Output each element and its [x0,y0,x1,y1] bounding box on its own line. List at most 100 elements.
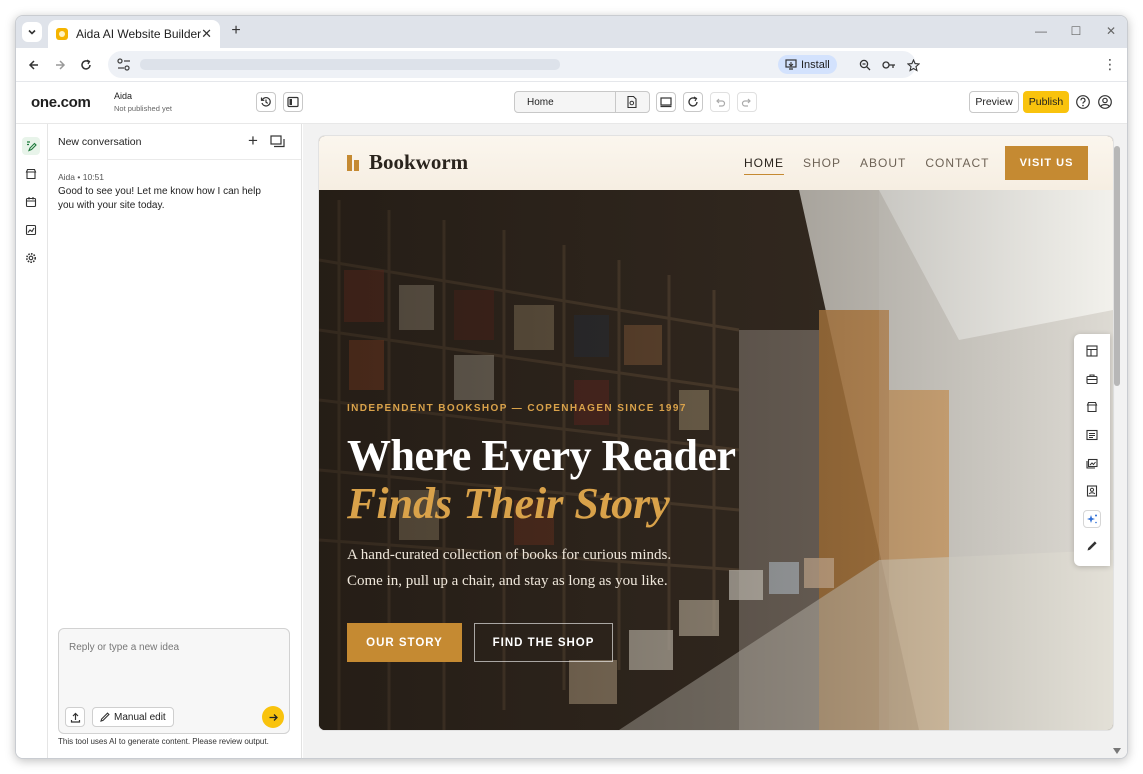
zoom-icon[interactable] [856,56,874,74]
ai-edit-icon [27,141,37,152]
site-brand[interactable]: Bookworm [347,150,468,175]
chat-composer[interactable]: Reply or type a new idea Manual edit [58,628,290,734]
browser-toolbar: Install ⋮ [16,48,1127,82]
tab-title: Aida AI Website Builder [76,27,202,41]
desktop-view-button[interactable] [656,92,676,112]
scrollbar-thumb[interactable] [1114,146,1120,386]
hero-section: INDEPENDENT BOOKSHOP — COPENHAGEN SINCE … [319,190,1113,730]
close-tab-icon[interactable]: ✕ [201,26,212,42]
arrow-left-icon [28,60,38,70]
undo-button[interactable] [710,92,730,112]
tab-search-button[interactable] [22,22,42,42]
business-tool[interactable] [1083,370,1101,388]
toggle-panel-button[interactable] [283,92,303,112]
store-icon [1086,401,1098,413]
one-com-logo[interactable]: one.com [31,94,91,111]
website-preview[interactable]: Bookworm HOME SHOP ABOUT CONTACT VISIT U… [319,136,1113,730]
new-tab-button[interactable]: + [226,22,246,40]
page-selector-label: Home [527,97,554,108]
hero-subtitle-line-2: Come in, pull up a chair, and stay as lo… [347,573,668,589]
install-icon [785,59,797,70]
reload-button[interactable] [76,55,96,75]
store-tool[interactable] [1083,398,1101,416]
pencil-icon [100,712,110,722]
new-conversation-button[interactable]: + [248,131,258,151]
ai-disclaimer: This tool uses AI to generate content. P… [58,737,269,746]
project-status: Not published yet [114,104,172,113]
address-bar[interactable]: Install [108,51,920,78]
layout-tool[interactable] [1083,342,1101,360]
nav-about[interactable]: ABOUT [860,156,906,175]
scroll-down-arrow-icon[interactable] [1113,748,1121,754]
rail-settings[interactable] [22,249,40,267]
favicon-icon [56,28,68,40]
site-settings-icon[interactable] [116,57,132,72]
install-app-button[interactable]: Install [778,55,837,74]
profile-card-icon [1086,485,1098,497]
profile-tool[interactable] [1083,482,1101,500]
store-icon [25,168,37,180]
back-button[interactable] [24,55,44,75]
ai-assist-tool[interactable] [1083,510,1101,528]
send-button[interactable] [262,706,284,728]
text-block-icon [1086,429,1098,441]
desktop-icon [660,97,672,108]
sparkle-icon [1087,514,1097,524]
page-selector[interactable]: Home [514,91,650,113]
close-window-button[interactable]: ✕ [1103,24,1119,38]
our-story-button[interactable]: OUR STORY [347,623,462,662]
text-block-tool[interactable] [1083,426,1101,444]
rail-analytics[interactable] [22,221,40,239]
manual-edit-label: Manual edit [114,711,166,723]
minimize-button[interactable]: — [1033,24,1049,38]
edit-tool[interactable] [1083,537,1101,555]
chat-title: New conversation [58,136,142,148]
forward-button[interactable] [50,55,70,75]
find-the-shop-button[interactable]: FIND THE SHOP [474,623,613,662]
page-selector-divider [615,92,616,112]
nav-shop[interactable]: SHOP [803,156,841,175]
assistant-message: Good to see you! Let me know how I can h… [58,186,261,211]
rail-ai-chat[interactable] [22,137,40,155]
account-icon[interactable] [1097,94,1113,110]
conversations-icon[interactable] [270,135,286,149]
password-key-icon[interactable] [880,56,898,74]
section-toolbar [1074,334,1110,566]
preview-button[interactable]: Preview [969,91,1019,113]
install-label: Install [801,58,830,71]
upload-button[interactable] [65,707,85,727]
nav-home[interactable]: HOME [744,156,784,175]
rail-calendar[interactable] [22,193,40,211]
maximize-button[interactable]: ☐ [1068,24,1084,38]
composer-placeholder[interactable]: Reply or type a new idea [69,642,179,653]
redo-icon [741,98,751,107]
chat-header: New conversation + [48,124,301,160]
app-header: one.com Aida Not published yet Home Prev… [16,82,1127,124]
hero-subtitle-line-1: A hand-curated collection of books for c… [347,547,672,563]
project-name: Aida [114,91,133,101]
chat-panel: New conversation + Aida • 10:51 Good to … [48,124,302,758]
browser-menu-icon[interactable]: ⋮ [1103,56,1117,73]
rail-store[interactable] [22,165,40,183]
bookmark-star-icon[interactable] [904,56,922,74]
arrow-right-icon [56,60,66,70]
browser-tab[interactable]: Aida AI Website Builder ✕ [48,20,220,48]
visit-us-button[interactable]: VISIT US [1005,146,1088,180]
preview-scrollbar[interactable] [1113,136,1121,754]
history-icon [260,96,271,107]
hero-eyebrow: INDEPENDENT BOOKSHOP — COPENHAGEN SINCE … [347,403,687,414]
refresh-icon [688,96,698,107]
sidebar-panel-icon [287,96,299,108]
page-settings-icon[interactable] [625,95,639,109]
chevron-down-icon [28,29,36,35]
preview-canvas: Bookworm HOME SHOP ABOUT CONTACT VISIT U… [303,124,1127,758]
history-button[interactable] [256,92,276,112]
media-tool[interactable] [1083,454,1101,472]
help-icon[interactable] [1075,94,1091,110]
refresh-preview-button[interactable] [683,92,703,112]
publish-button[interactable]: Publish [1023,91,1069,113]
nav-contact[interactable]: CONTACT [925,156,989,175]
calendar-icon [25,197,37,208]
redo-button[interactable] [737,92,757,112]
manual-edit-button[interactable]: Manual edit [92,707,174,727]
